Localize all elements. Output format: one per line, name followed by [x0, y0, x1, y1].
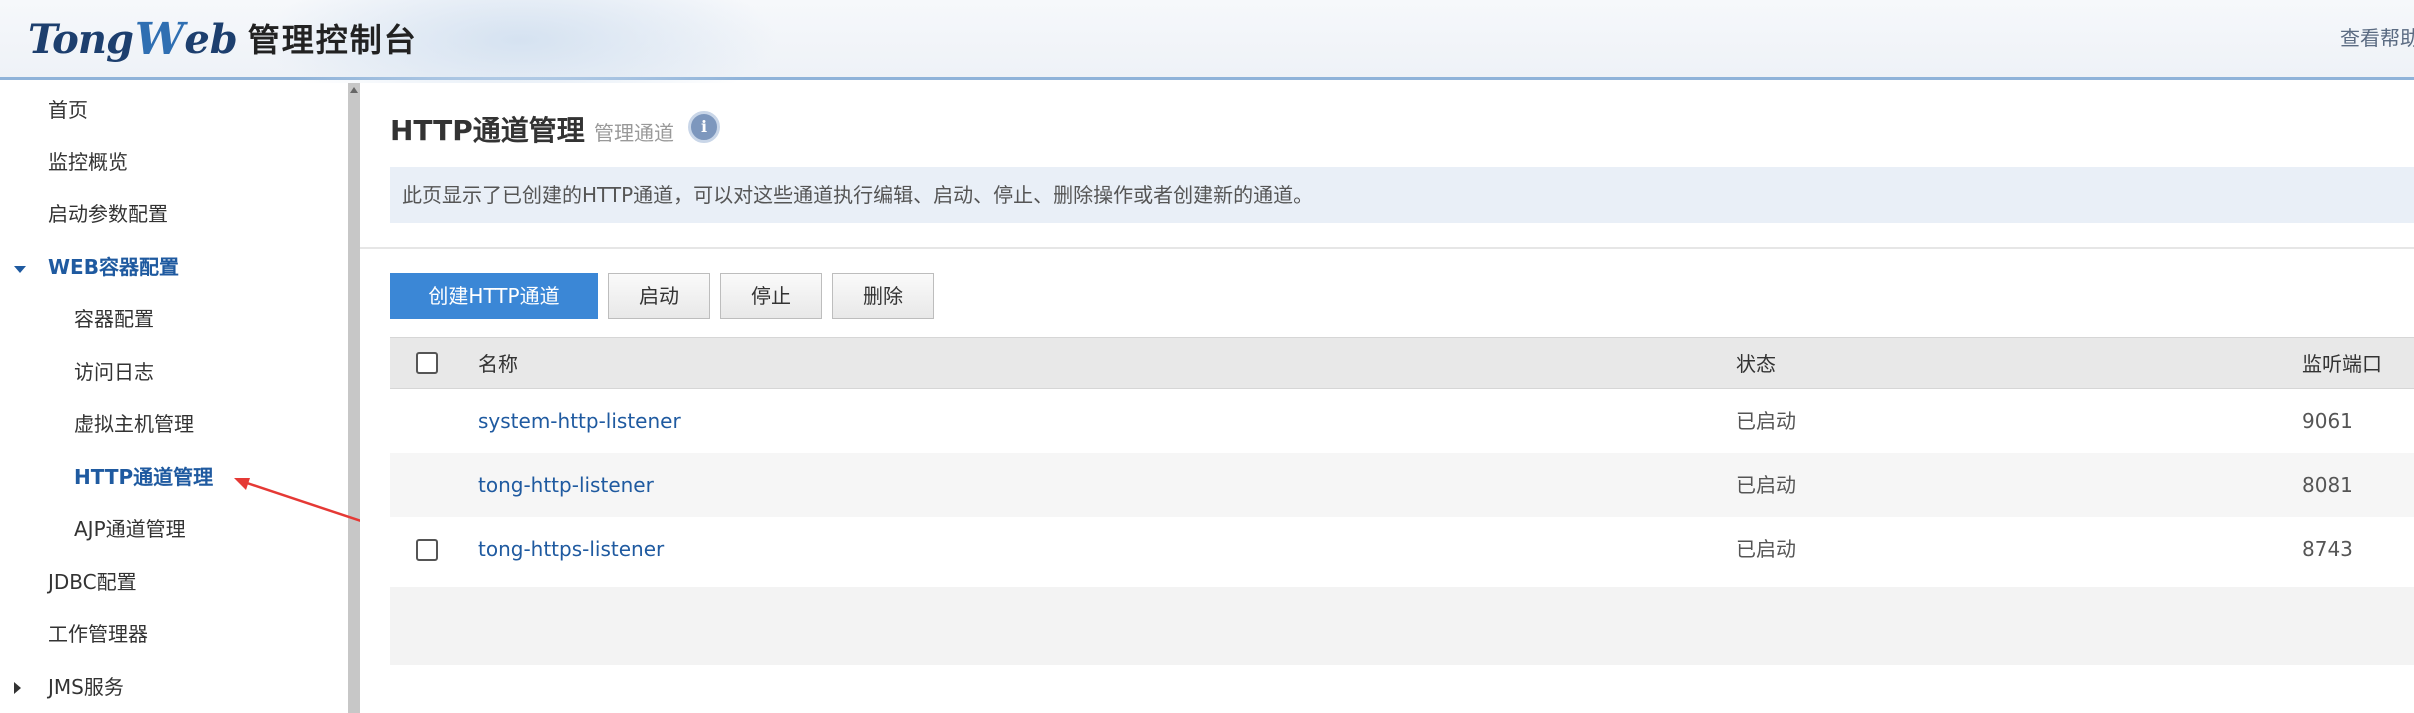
chevron-down-icon[interactable]	[14, 266, 26, 273]
column-header-name[interactable]: 名称	[478, 338, 518, 390]
column-header-port[interactable]: 监听端口	[2302, 338, 2382, 390]
tongweb-logo: Tong Web 管理控制台	[28, 14, 418, 66]
table-row: tong-https-listener 已启动 8743	[390, 517, 2414, 581]
listener-port: 8743	[2302, 537, 2353, 561]
sidebar-item-access-log[interactable]: 访问日志	[74, 346, 154, 398]
sidebar-scrollbar[interactable]	[348, 83, 360, 713]
info-icon[interactable]: i	[688, 111, 720, 143]
create-http-channel-button[interactable]: 创建HTTP通道	[390, 273, 598, 319]
listener-status: 已启动	[1736, 473, 1796, 497]
scroll-up-arrow-icon[interactable]	[350, 87, 358, 93]
delete-button[interactable]: 删除	[832, 273, 934, 319]
logo-text-tong: Tong	[28, 16, 134, 63]
sidebar-item-jdbc-config[interactable]: JDBC配置	[48, 556, 137, 608]
console-title: 管理控制台	[247, 21, 418, 59]
table-row: tong-http-listener 已启动 8081	[390, 453, 2414, 517]
app-header: Tong Web 管理控制台 查看帮助	[0, 0, 2414, 120]
stop-button[interactable]: 停止	[720, 273, 822, 319]
main-content: HTTP通道管理 管理通道 i 此页显示了已创建的HTTP通道，可以对这些通道执…	[360, 83, 2414, 713]
logo-text-w: W	[134, 14, 185, 65]
sidebar-item-http-channel[interactable]: HTTP通道管理	[74, 451, 213, 503]
page-subtitle: 管理通道	[594, 121, 674, 145]
listener-status: 已启动	[1736, 537, 1796, 561]
column-header-status[interactable]: 状态	[1736, 338, 1776, 390]
chevron-right-icon[interactable]	[14, 682, 21, 694]
help-link[interactable]: 查看帮助	[2340, 22, 2414, 51]
page-title: HTTP通道管理	[390, 114, 585, 147]
logo-text-eb: eb	[184, 16, 238, 63]
select-all-checkbox[interactable]	[416, 352, 438, 374]
listener-name-link[interactable]: tong-https-listener	[478, 517, 664, 581]
sidebar-item-jms-service[interactable]: JMS服务	[48, 661, 124, 713]
page-description: 此页显示了已创建的HTTP通道，可以对这些通道执行编辑、启动、停止、删除操作或者…	[390, 167, 2414, 223]
table-row: system-http-listener 已启动 9061	[390, 389, 2414, 453]
sidebar-item-monitor-overview[interactable]: 监控概览	[48, 136, 128, 188]
annotation-arrow-head	[234, 478, 250, 490]
listener-status: 已启动	[1736, 409, 1796, 433]
listener-name-link[interactable]: system-http-listener	[478, 389, 681, 453]
section-divider	[360, 247, 2414, 249]
sidebar-item-container-config[interactable]: 容器配置	[74, 293, 154, 345]
listener-port: 9061	[2302, 409, 2353, 433]
sidebar-item-work-manager[interactable]: 工作管理器	[48, 608, 148, 660]
listener-port: 8081	[2302, 473, 2353, 497]
sidebar-item-web-container-config[interactable]: WEB容器配置	[48, 241, 179, 293]
start-button[interactable]: 启动	[608, 273, 710, 319]
sidebar-item-home[interactable]: 首页	[48, 84, 88, 136]
sidebar-item-ajp-channel[interactable]: AJP通道管理	[74, 503, 186, 555]
row-select-checkbox[interactable]	[416, 539, 438, 561]
listener-name-link[interactable]: tong-http-listener	[478, 453, 654, 517]
table-header: 名称 状态 监听端口	[390, 337, 2414, 389]
sidebar-item-startup-params[interactable]: 启动参数配置	[48, 188, 168, 240]
sidebar-item-virtual-host[interactable]: 虚拟主机管理	[74, 398, 194, 450]
table-empty-area	[390, 587, 2414, 665]
